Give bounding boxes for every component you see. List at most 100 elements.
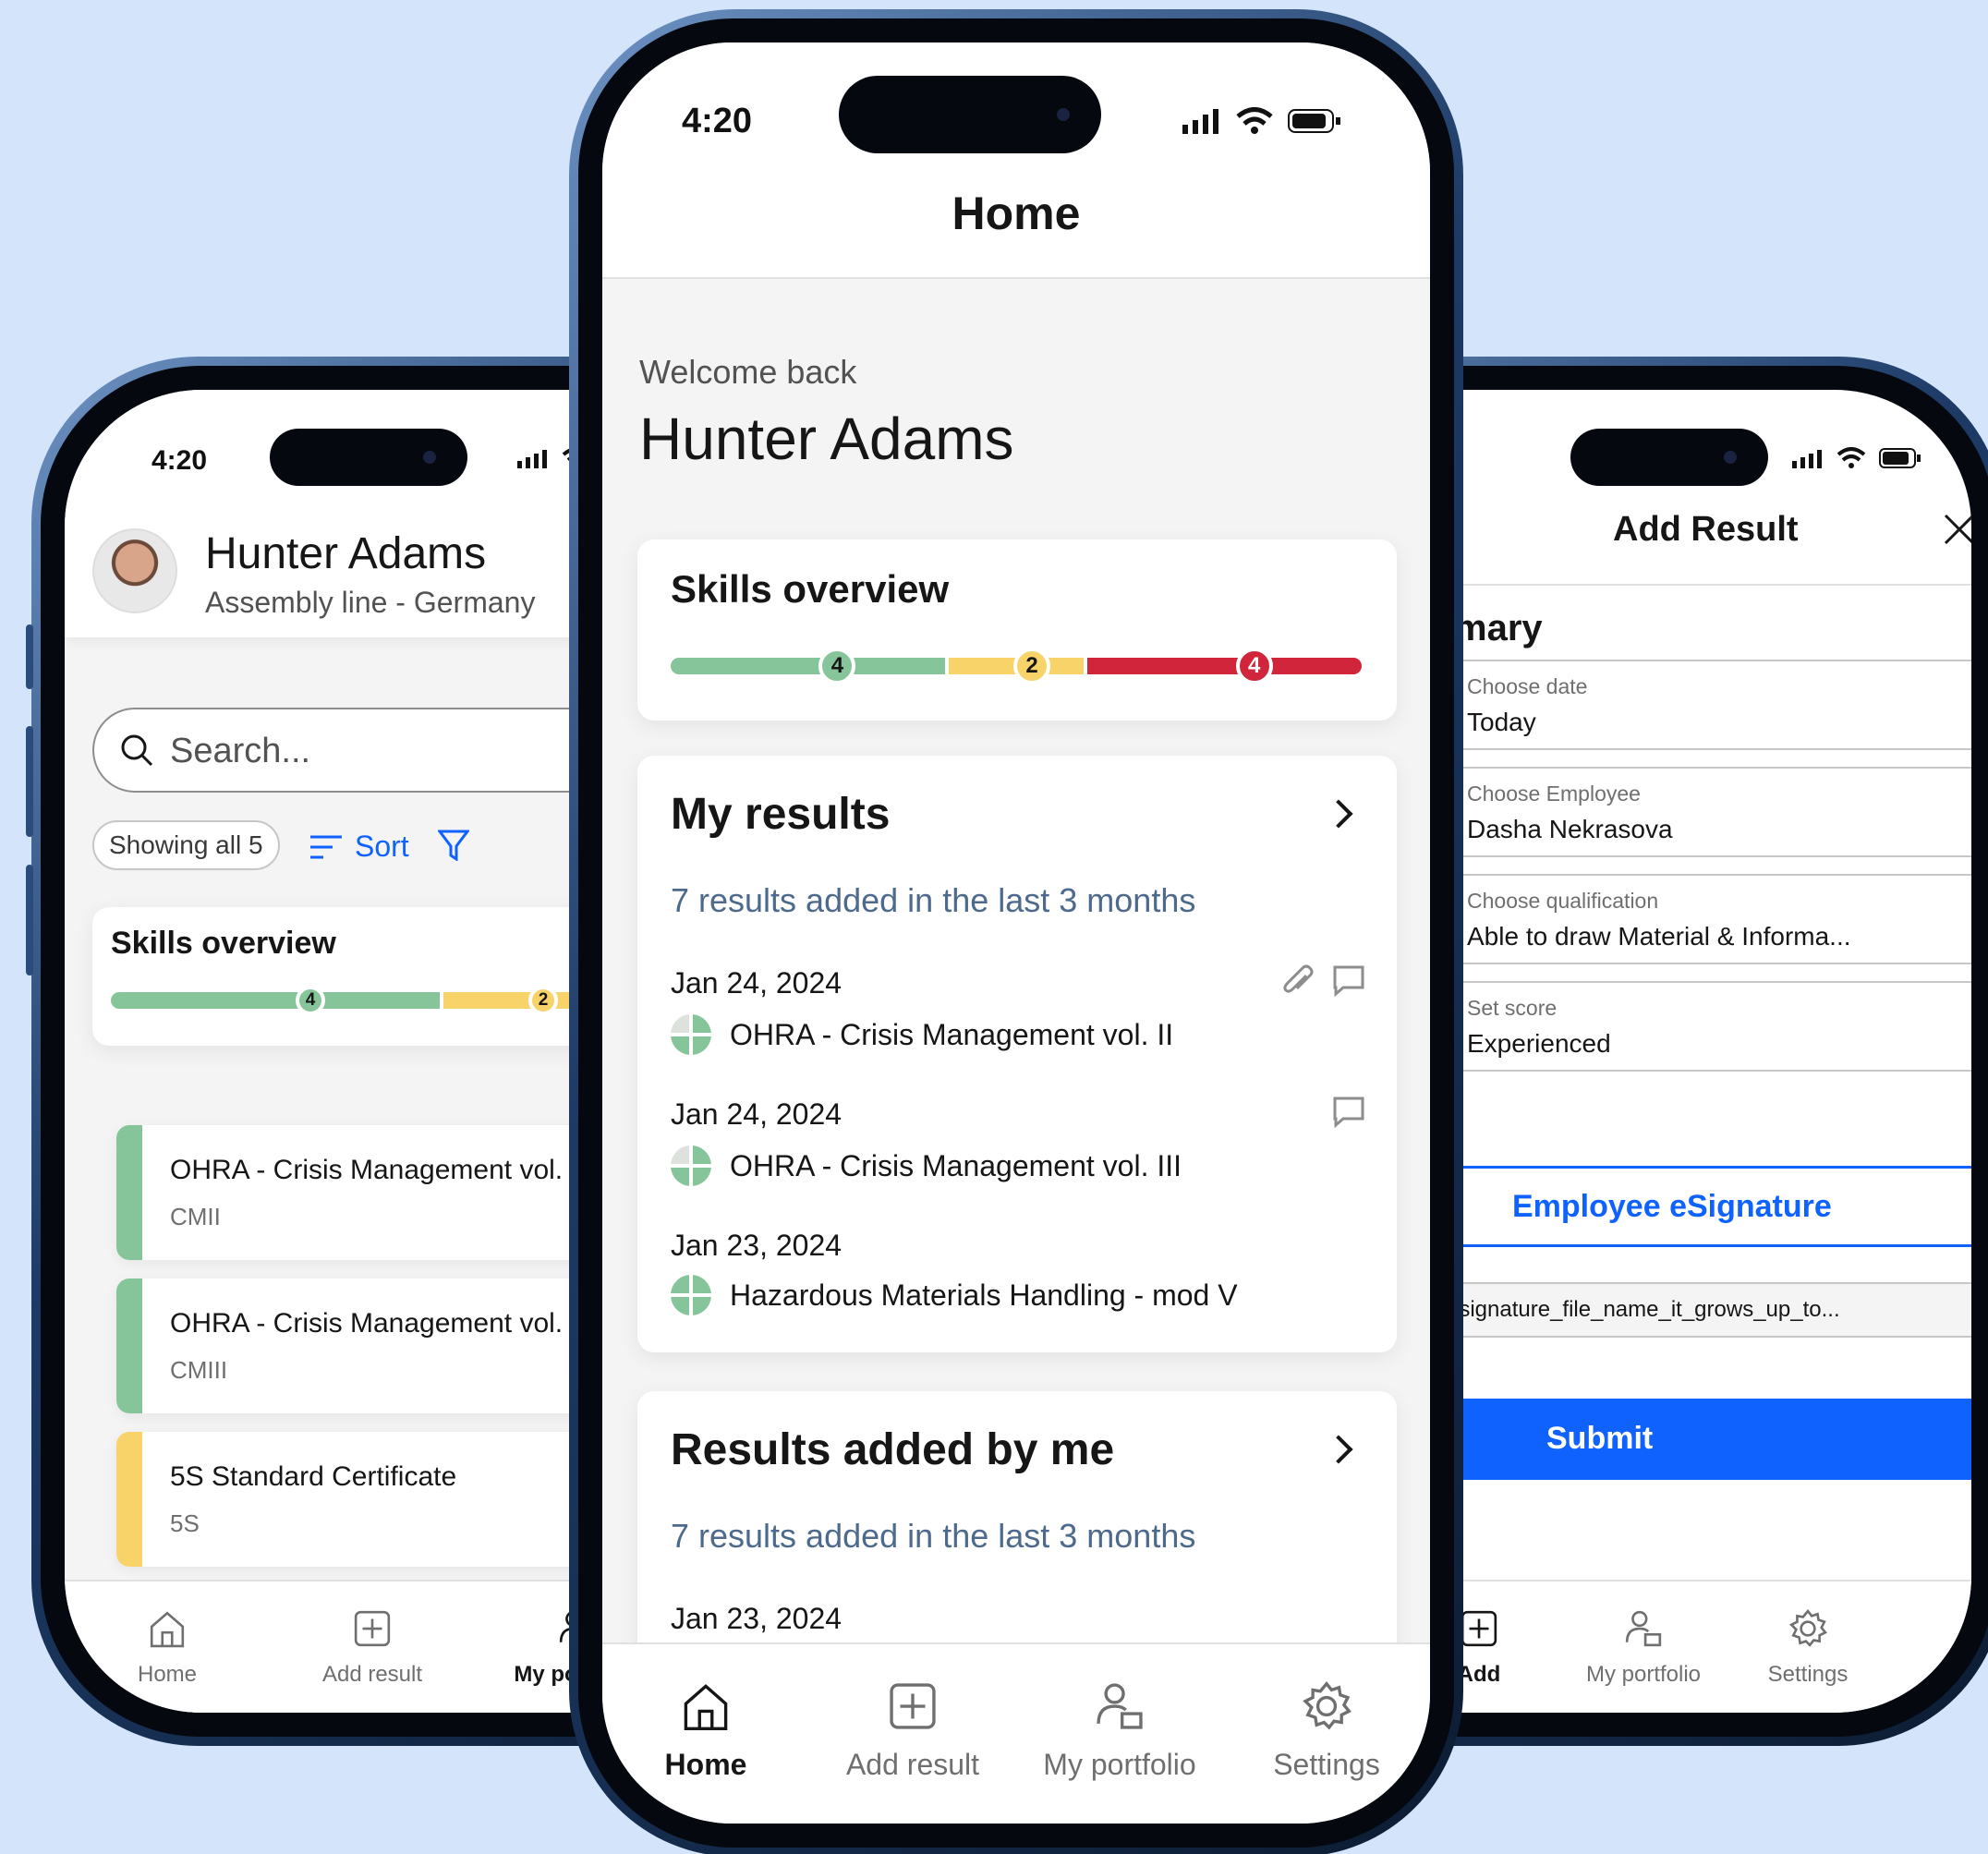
side-button <box>26 726 33 837</box>
status-icons <box>1182 107 1341 135</box>
skills-segment <box>111 992 440 1009</box>
field-label: Choose date <box>1467 674 1588 698</box>
search-placeholder: Search... <box>170 732 311 770</box>
nav-item-portfolio[interactable]: My portfolio <box>1016 1644 1223 1824</box>
side-button <box>26 624 33 689</box>
showing-label: Showing all 5 <box>109 830 263 859</box>
item-title: 5S Standard Certificate <box>170 1461 457 1492</box>
field-value: Dasha Nekrasova <box>1467 815 1673 843</box>
field-label: Choose qualification <box>1467 889 1659 913</box>
skills-overview-card[interactable]: Skills overview 4 2 4 <box>637 539 1397 721</box>
attachment-icon[interactable] <box>1282 963 1315 1000</box>
skills-segment <box>1087 658 1362 674</box>
submit-button[interactable]: Submit <box>1410 1399 1971 1480</box>
nav-item-add[interactable]: Add result <box>270 1581 475 1713</box>
nav-label: Add result <box>321 1662 423 1687</box>
nav-label: Add <box>1457 1662 1501 1687</box>
field-label: Choose Employee <box>1467 782 1641 806</box>
portfolio-icon <box>1624 1609 1663 1654</box>
add-icon <box>1460 1609 1498 1654</box>
home-icon <box>148 1609 187 1654</box>
form-field[interactable]: Set score Experienced <box>1423 981 1971 1072</box>
item-title: OHRA - Crisis Management vol. III <box>170 1308 594 1339</box>
phone-center: 4:20 Home Welcome back Hunter Adams Skil… <box>569 9 1463 1854</box>
nav-label: Settings <box>1273 1748 1380 1781</box>
add-icon <box>888 1681 938 1739</box>
item-title: OHRA - Crisis Management vol. II <box>170 1155 587 1185</box>
nav-item-settings[interactable]: Settings <box>1223 1644 1430 1824</box>
item-code: CMIII <box>170 1356 228 1384</box>
skills-segment <box>671 658 945 674</box>
status-stripe <box>116 1278 142 1413</box>
form-field[interactable]: Choose Employee Dasha Nekrasova <box>1423 767 1971 857</box>
nav-item-settings[interactable]: Settings <box>1726 1581 1890 1713</box>
center-screen: 4:20 Home Welcome back Hunter Adams Skil… <box>602 42 1430 1824</box>
result-date: Jan 23, 2024 <box>671 1602 842 1635</box>
skills-title: Skills overview <box>671 567 950 611</box>
nav-item-home[interactable]: Home <box>602 1644 809 1824</box>
add-result-title: Add Result <box>1613 510 1799 549</box>
result-title: Hazardous Materials Handling - mod V <box>730 1278 1238 1312</box>
signal-icon <box>517 450 547 468</box>
sort-button[interactable]: Sort <box>310 830 409 864</box>
sort-label: Sort <box>355 830 409 863</box>
nav-item-add[interactable]: Add result <box>809 1644 1016 1824</box>
user-subtitle: Assembly line - Germany <box>205 586 536 619</box>
battery-icon <box>1288 109 1340 133</box>
skills-count-badge: 4 <box>1235 648 1273 685</box>
field-value: Today <box>1467 708 1536 736</box>
field-label: Set score <box>1467 996 1558 1020</box>
dynamic-island <box>1570 429 1768 486</box>
nav-label: Add result <box>845 1748 980 1781</box>
result-item[interactable]: OHRA - Crisis Management vol. II <box>671 1014 1173 1055</box>
user-name: Hunter Adams <box>639 406 1014 472</box>
chevron-right-icon[interactable] <box>1324 799 1353 829</box>
nav-label: Home <box>664 1748 747 1781</box>
skills-count-badge: 2 <box>1013 648 1051 685</box>
signal-icon <box>1182 109 1218 134</box>
skills-count-badge: 2 <box>528 986 558 1015</box>
status-icons <box>1792 447 1921 469</box>
file-name: s_signature_file_name_it_grows_up_to... <box>1436 1297 1840 1322</box>
portfolio-icon <box>1095 1681 1145 1739</box>
result-item[interactable]: OHRA - Crisis Management vol. III <box>671 1145 1182 1186</box>
nav-item-portfolio[interactable]: My portfolio <box>1561 1581 1726 1713</box>
battery-icon <box>1879 448 1921 468</box>
comment-icon[interactable] <box>1332 964 1365 998</box>
my-results-card[interactable]: My results 7 results added in the last 3… <box>637 756 1397 1352</box>
status-stripe <box>116 1432 142 1567</box>
skills-bar: 4 2 4 <box>671 648 1365 685</box>
form-field[interactable]: Choose date Today <box>1423 660 1971 750</box>
page-title: Home <box>952 188 1081 239</box>
submit-label: Submit <box>1546 1421 1654 1456</box>
status-stripe <box>116 1125 142 1260</box>
result-item[interactable]: Hazardous Materials Handling - mod V <box>671 1275 1238 1315</box>
result-title: OHRA - Crisis Management vol. III <box>730 1148 1182 1182</box>
nav-label: My portfolio <box>1585 1662 1702 1687</box>
showing-filter-chip[interactable]: Showing all 5 <box>92 820 280 870</box>
user-name: Hunter Adams <box>205 529 487 578</box>
dynamic-island <box>270 429 467 486</box>
item-code: 5S <box>170 1509 200 1537</box>
file-chip[interactable]: s_signature_file_name_it_grows_up_to... <box>1410 1282 1971 1338</box>
avatar <box>92 528 177 613</box>
nav-item-home[interactable]: Home <box>65 1581 270 1713</box>
signal-icon <box>1792 450 1822 468</box>
bottom-nav: Home Add result My portfolio Settings <box>602 1642 1430 1824</box>
added-by-me-title: Results added by me <box>671 1425 1115 1474</box>
filter-icon[interactable] <box>438 830 469 861</box>
close-icon[interactable] <box>1944 514 1971 545</box>
side-button <box>26 865 33 975</box>
skills-count-badge: 4 <box>818 648 856 685</box>
welcome-label: Welcome back <box>639 353 857 391</box>
comment-icon[interactable] <box>1332 1096 1365 1129</box>
my-results-title: My results <box>671 790 891 839</box>
form-field[interactable]: Choose qualification Able to draw Materia… <box>1423 874 1971 964</box>
esignature-button[interactable]: Employee eSignature <box>1410 1166 1971 1247</box>
chevron-right-icon[interactable] <box>1324 1435 1353 1464</box>
gear-icon <box>1302 1681 1352 1739</box>
result-date: Jan 24, 2024 <box>671 966 842 1000</box>
wifi-icon <box>1236 107 1273 134</box>
result-date: Jan 23, 2024 <box>671 1229 842 1262</box>
qualification-status-icon <box>671 1014 711 1055</box>
